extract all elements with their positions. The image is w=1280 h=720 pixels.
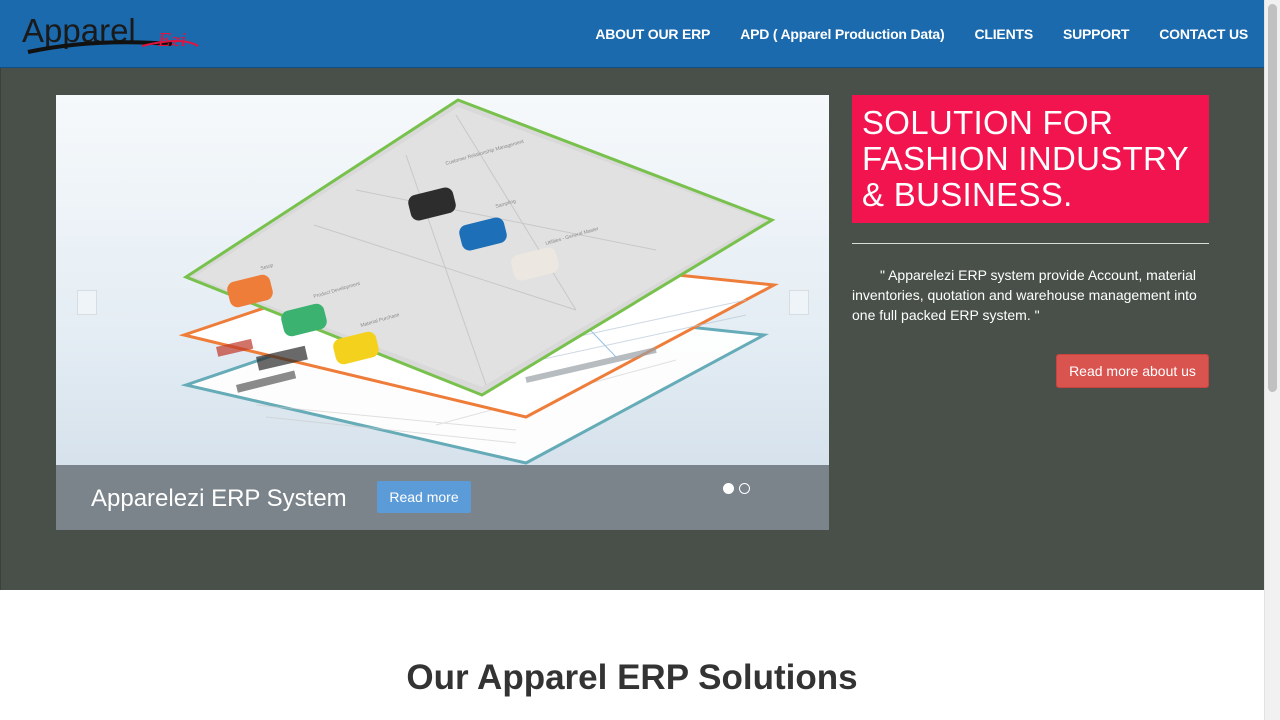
nav-about-erp[interactable]: ABOUT OUR ERP	[595, 26, 710, 42]
hero-section: Customer Relationship Management Samplin…	[0, 68, 1264, 590]
hero-carousel[interactable]: Customer Relationship Management Samplin…	[56, 95, 829, 530]
page-scrollbar[interactable]	[1264, 0, 1280, 720]
promo-headline: SOLUTION FOR FASHION INDUSTRY & BUSINESS…	[862, 104, 1189, 213]
solutions-title: Our Apparel ERP Solutions	[406, 658, 858, 697]
logo-subtext: Ezi	[157, 30, 186, 51]
promo-divider	[852, 243, 1209, 244]
main-nav: ABOUT OUR ERP APD ( Apparel Production D…	[565, 0, 1248, 68]
nav-apd[interactable]: APD ( Apparel Production Data)	[740, 26, 944, 42]
carousel-indicator-2[interactable]	[739, 483, 750, 494]
carousel-prev-control[interactable]	[77, 290, 97, 315]
top-navbar: Apparel Ezi ABOUT OUR ERP APD ( Apparel …	[0, 0, 1264, 68]
caption-title: Apparelezi ERP System	[91, 485, 347, 512]
logo-graphic: Apparel Ezi	[22, 12, 199, 54]
promo-description: " Apparelezi ERP system provide Account,…	[852, 267, 1197, 323]
scrollbar-thumb[interactable]	[1268, 4, 1277, 392]
nav-support[interactable]: SUPPORT	[1063, 26, 1129, 42]
nav-contact-us[interactable]: CONTACT US	[1159, 26, 1248, 42]
nav-clients[interactable]: CLIENTS	[974, 26, 1033, 42]
carousel-caption: Apparelezi ERP System Read more	[56, 465, 829, 530]
read-more-about-us-button[interactable]: Read more about us	[1056, 354, 1209, 388]
apparelezi-logo[interactable]: Apparel Ezi	[22, 8, 222, 62]
caption-read-more-button[interactable]: Read more	[377, 481, 471, 513]
carousel-indicator-1[interactable]	[723, 483, 734, 494]
promo-banner: SOLUTION FOR FASHION INDUSTRY & BUSINESS…	[852, 95, 1209, 223]
carousel-next-control[interactable]	[789, 290, 809, 315]
carousel-indicators	[723, 483, 755, 494]
